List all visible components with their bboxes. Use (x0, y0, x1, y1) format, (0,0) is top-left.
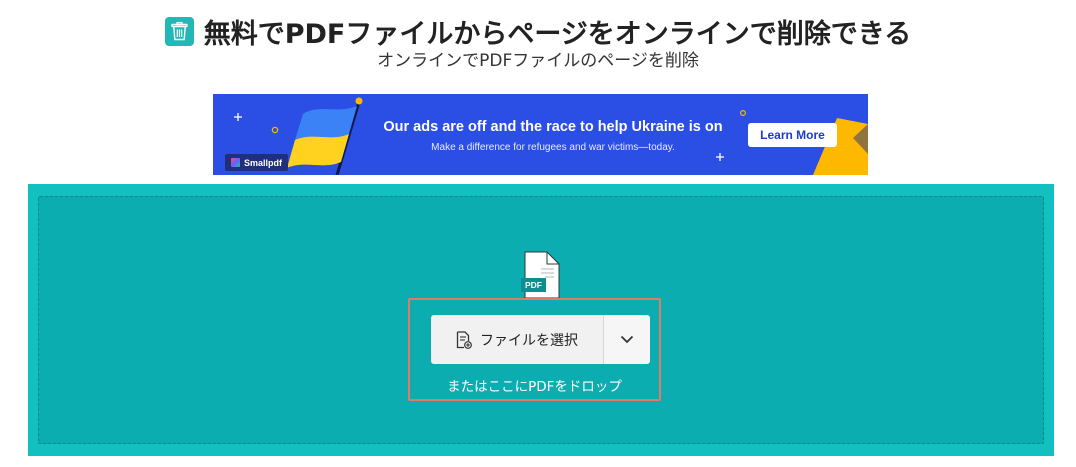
trash-icon (164, 17, 194, 46)
smallpdf-logo-mark (231, 158, 240, 167)
pdf-file-icon-label: PDF (525, 280, 542, 290)
learn-more-button[interactable]: Learn More (748, 123, 837, 147)
pdf-file-icon: PDF (521, 251, 561, 303)
page-subtitle: オンラインでPDFファイルのページを削除 (377, 51, 699, 71)
add-file-icon (456, 330, 472, 349)
banner-subtext: Make a difference for refugees and war v… (431, 142, 675, 153)
smallpdf-logo-text: Smallpdf (244, 157, 283, 168)
smallpdf-logo: Smallpdf (225, 154, 289, 171)
choose-file-button[interactable]: ファイルを選択 (431, 315, 603, 364)
drop-hint: またはここにPDFをドロップ (447, 379, 622, 395)
ad-banner[interactable]: Smallpdf Our ads are off and the race to… (213, 94, 868, 175)
chevron-down-icon (620, 335, 634, 344)
banner-headline: Our ads are off and the race to help Ukr… (383, 119, 723, 135)
choose-file-label: ファイルを選択 (480, 332, 578, 349)
page-header: 無料でPDFファイルからページをオンラインで削除できる オンラインでPDFファイ… (0, 0, 1076, 86)
page: 無料でPDFファイルからページをオンラインで削除できる オンラインでPDFファイ… (0, 0, 1076, 467)
upload-options-dropdown[interactable] (603, 315, 650, 364)
